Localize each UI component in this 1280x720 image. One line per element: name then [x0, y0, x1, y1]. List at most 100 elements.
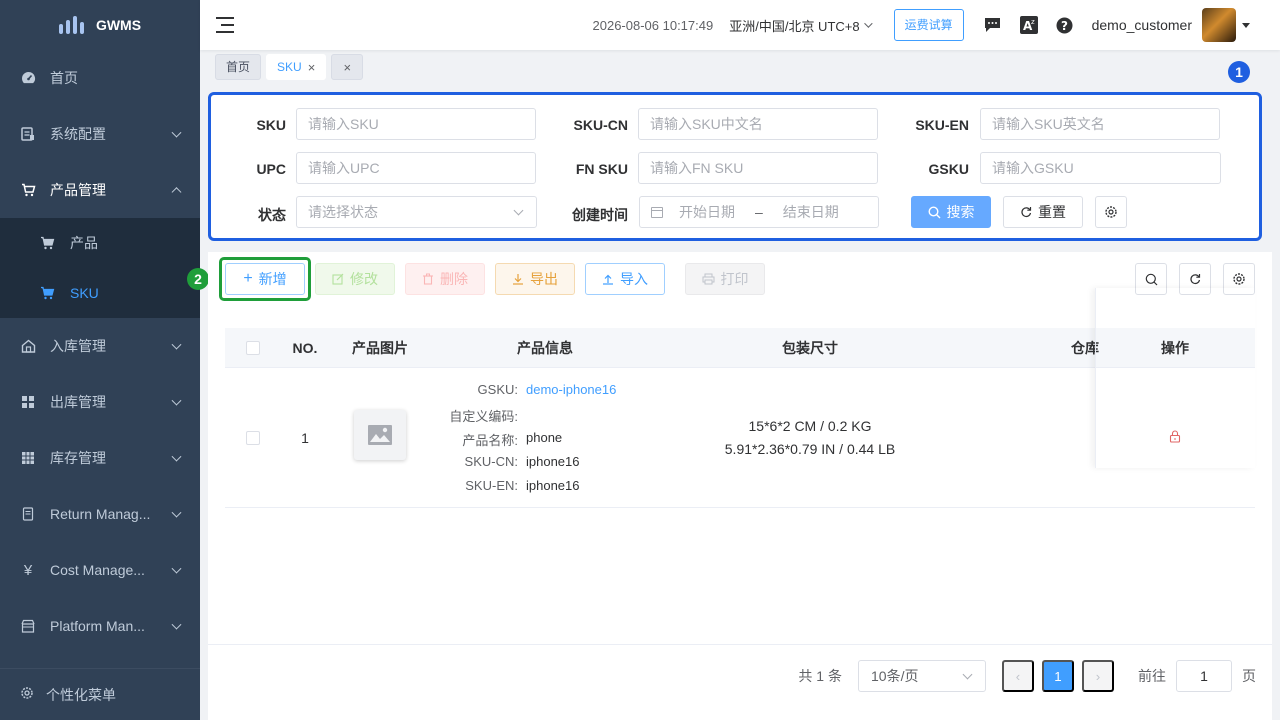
- sidebar-item-home[interactable]: 首页: [0, 50, 200, 106]
- chevron-down-icon: [171, 619, 182, 630]
- sidebar-item-inventory[interactable]: 库存管理: [0, 430, 200, 486]
- end-date-input[interactable]: 结束日期: [783, 197, 839, 227]
- reset-button[interactable]: 重置: [1003, 196, 1083, 228]
- edit-button[interactable]: 修改: [315, 263, 395, 295]
- message-icon[interactable]: [984, 16, 1002, 34]
- start-date-input[interactable]: 开始日期: [679, 197, 735, 227]
- row-checkbox[interactable]: [246, 431, 260, 445]
- return-icon: [20, 506, 36, 522]
- chevron-down-icon: [513, 205, 524, 216]
- search-settings-button[interactable]: [1095, 196, 1127, 228]
- main-content: + 新增 修改 删除 导出 导入 打印 NO. 产品图片 产品信息 包装尺寸 仓…: [208, 252, 1272, 720]
- download-icon: [513, 274, 523, 285]
- tag-sku[interactable]: SKU ×: [266, 54, 327, 80]
- menu-toggle-icon[interactable]: [216, 17, 234, 33]
- sidebar-subitem-sku[interactable]: SKU: [0, 268, 200, 318]
- chevron-down-icon: [171, 563, 182, 574]
- cart-icon: [40, 286, 56, 300]
- product-submenu: 产品 SKU: [0, 218, 200, 318]
- tag-home[interactable]: 首页: [215, 54, 262, 80]
- sku-label: SKU: [256, 117, 286, 133]
- chevron-down-icon: [171, 395, 182, 406]
- gsku-link[interactable]: demo-iphone16: [526, 382, 616, 397]
- refresh-icon: [1190, 274, 1201, 284]
- sidebar-item-label: SKU: [70, 285, 99, 301]
- sidebar-item-inbound[interactable]: 入库管理: [0, 318, 200, 374]
- upc-input[interactable]: 请输入UPC: [296, 152, 536, 184]
- edit-icon: [332, 273, 344, 285]
- export-button[interactable]: 导出: [495, 263, 575, 295]
- pagination-total: 共 1 条: [798, 668, 842, 684]
- next-page-button[interactable]: ›: [1082, 660, 1114, 692]
- select-all-checkbox[interactable]: [246, 341, 260, 355]
- sidebar-personalize-menu[interactable]: 个性化菜单: [0, 668, 200, 720]
- sku-en-input[interactable]: 请输入SKU英文名: [980, 108, 1220, 140]
- search-button[interactable]: 搜索: [911, 196, 991, 228]
- language-icon[interactable]: Az: [1019, 16, 1038, 34]
- package-dims-imperial: 5.91*2.36*0.79 IN / 0.44 LB: [724, 441, 896, 457]
- close-icon[interactable]: ×: [308, 61, 316, 74]
- sidebar-item-label: 首页: [50, 70, 78, 86]
- current-datetime: 2026-08-06 10:17:49: [592, 17, 714, 33]
- timezone-selector[interactable]: 亚洲/中国/北京 UTC+8: [729, 16, 873, 35]
- delete-button[interactable]: 删除: [405, 263, 485, 295]
- gsku-input[interactable]: 请输入GSKU: [980, 152, 1221, 184]
- info-key: SKU-EN:: [465, 478, 518, 493]
- config-icon: [20, 126, 36, 142]
- sidebar-item-system-config[interactable]: 系统配置: [0, 106, 200, 162]
- sku-table: NO. 产品图片 产品信息 包装尺寸 仓库 操作 1 GSKU: demo-ip…: [225, 288, 1255, 508]
- col-image: 产品图片: [352, 339, 408, 356]
- house-icon: [20, 338, 36, 354]
- sidebar-item-product-management[interactable]: 产品管理: [0, 162, 200, 218]
- sidebar-item-outbound[interactable]: 出库管理: [0, 374, 200, 430]
- close-tags-button[interactable]: ×: [331, 54, 364, 80]
- upload-icon: [603, 274, 613, 285]
- info-value: phone: [526, 430, 563, 445]
- fn-sku-label: FN SKU: [575, 161, 628, 177]
- print-button-label: 打印: [720, 271, 749, 287]
- import-button[interactable]: 导入: [585, 263, 665, 295]
- gear-icon: [20, 686, 34, 703]
- created-date-range[interactable]: 开始日期 – 结束日期: [639, 196, 879, 228]
- col-product-info: 产品信息: [517, 339, 573, 356]
- sidebar-item-platform-management[interactable]: Platform Man...: [0, 598, 200, 654]
- caret-down-icon[interactable]: [1242, 22, 1250, 28]
- print-button[interactable]: 打印: [685, 263, 765, 295]
- sidebar-item-label: 产品: [70, 235, 98, 251]
- sku-en-label: SKU-EN: [915, 117, 969, 133]
- status-label: 状态: [258, 207, 286, 223]
- sidebar-item-cost-management[interactable]: ¥ Cost Manage...: [0, 542, 200, 598]
- freight-calc-button[interactable]: 运费试算: [893, 9, 964, 41]
- sidebar-item-return-management[interactable]: Return Manag...: [0, 486, 200, 542]
- sidebar-subitem-product[interactable]: 产品: [0, 218, 200, 268]
- chevron-down-icon: [962, 669, 973, 680]
- chevron-down-icon: [171, 507, 182, 518]
- info-key: 产品名称:: [462, 433, 518, 448]
- avatar[interactable]: [1202, 8, 1236, 42]
- chevron-down-icon: [863, 19, 873, 28]
- chevron-down-icon: [171, 451, 182, 462]
- page-number-1[interactable]: 1: [1042, 660, 1074, 692]
- logo[interactable]: GWMS: [0, 0, 200, 50]
- add-button[interactable]: + 新增: [225, 263, 305, 295]
- tags-view: 首页 SKU × ×: [200, 50, 1280, 84]
- fn-sku-input[interactable]: 请输入FN SKU: [638, 152, 878, 184]
- help-icon[interactable]: ?: [1056, 16, 1074, 34]
- import-button-label: 导入: [620, 271, 648, 287]
- search-icon: [1145, 273, 1157, 285]
- page-size-select[interactable]: 10条/页: [858, 660, 986, 692]
- export-button-label: 导出: [530, 271, 558, 287]
- prev-page-button[interactable]: ‹: [1002, 660, 1034, 692]
- shop-icon: [20, 618, 36, 634]
- search-icon: [927, 205, 940, 218]
- username[interactable]: demo_customer: [1092, 17, 1192, 33]
- sku-input[interactable]: 请输入SKU: [296, 108, 536, 140]
- product-image-placeholder[interactable]: [354, 410, 406, 460]
- goto-page-input[interactable]: 1: [1176, 660, 1232, 692]
- chevron-left-icon: ‹: [1015, 668, 1021, 684]
- logo-icon: [58, 16, 84, 34]
- status-select[interactable]: 请选择状态: [296, 196, 537, 228]
- chevron-up-icon: [171, 187, 182, 198]
- dashboard-icon: [20, 70, 36, 86]
- sku-cn-input[interactable]: 请输入SKU中文名: [638, 108, 878, 140]
